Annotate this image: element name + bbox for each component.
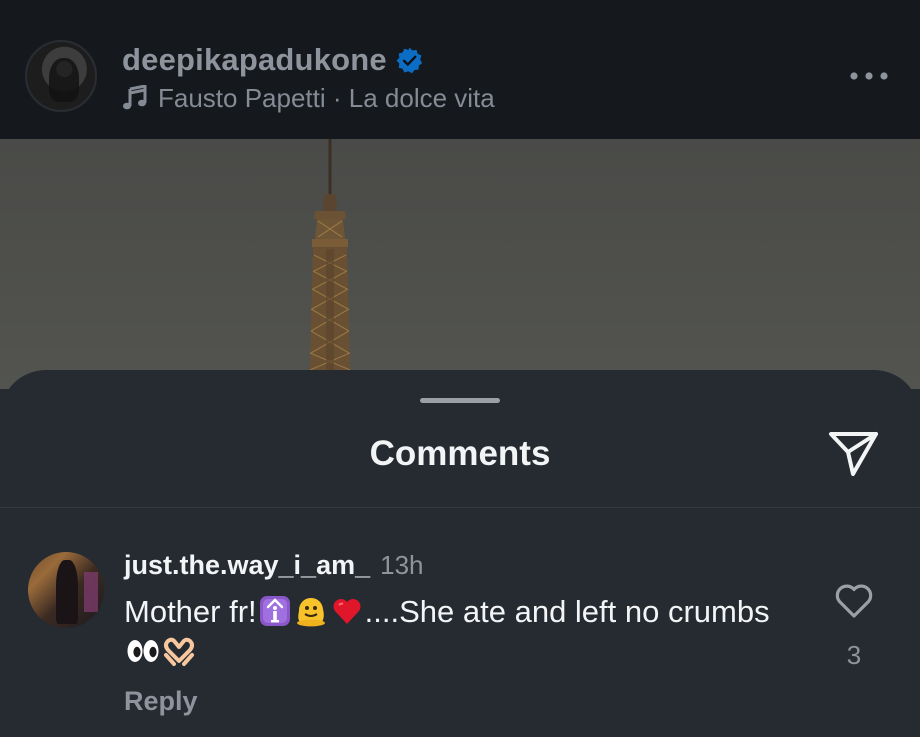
audio-track-row[interactable]: Fausto Papetti · La dolce vita (122, 80, 495, 116)
red-heart-emoji (331, 595, 363, 627)
avatar-photo (56, 560, 78, 624)
more-options-icon[interactable] (846, 66, 892, 86)
sheet-divider (0, 507, 920, 508)
comment-text-part1: Mother fr! (124, 594, 257, 629)
comment-text-part2: ....She ate and left no crumbs (364, 594, 770, 629)
like-count: 3 (846, 640, 862, 670)
post-username[interactable]: deepikapadukone (122, 42, 387, 78)
instagram-post-screen: deepikapadukone Fausto Papetti · La dolc… (0, 0, 920, 737)
comment-text: Mother fr! ....She ate and left no crumbs (124, 592, 804, 672)
comments-sheet: Comments just.the.way_i_am_ 13h Mother f… (0, 370, 920, 737)
username-row: deepikapadukone (122, 40, 423, 80)
eyes-emoji (126, 635, 159, 667)
avatar-photo (49, 58, 79, 102)
drag-handle[interactable] (420, 398, 500, 403)
heart-hands-emoji (162, 635, 194, 667)
comments-title: Comments (369, 434, 551, 473)
avatar-photo-detail (84, 572, 98, 612)
reply-button[interactable]: Reply (124, 686, 198, 717)
profile-avatar[interactable] (25, 40, 97, 112)
comment-header: just.the.way_i_am_ 13h (124, 550, 424, 586)
music-note-icon (122, 84, 148, 111)
send-icon[interactable] (826, 428, 882, 480)
commenter-username[interactable]: just.the.way_i_am_ (124, 550, 370, 581)
heart-outline-icon[interactable] (834, 582, 874, 620)
verified-badge-icon (396, 47, 423, 74)
melting-face-emoji (295, 595, 327, 627)
comment-timestamp: 13h (380, 550, 424, 580)
commenter-avatar[interactable] (28, 552, 104, 628)
eiffel-tower-image (309, 139, 351, 371)
post-header: deepikapadukone Fausto Papetti · La dolc… (0, 0, 920, 139)
audio-track-label: Fausto Papetti · La dolce vita (158, 82, 495, 113)
information-emoji (259, 595, 291, 627)
post-media[interactable] (0, 139, 920, 389)
